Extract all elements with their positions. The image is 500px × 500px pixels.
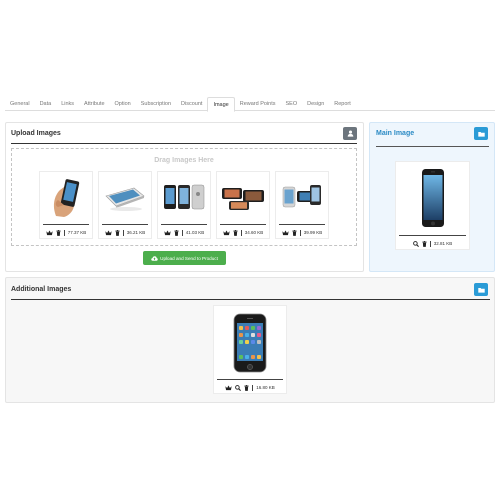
thumbnail-card: 34.60 KB xyxy=(216,171,270,239)
main-image-folder-button[interactable] xyxy=(474,127,488,140)
thumbnail-card: 77.37 KB xyxy=(39,171,93,239)
additional-image-actions: 16.80 KB xyxy=(214,383,286,392)
main-image-actions: 32.81 KB xyxy=(396,239,469,248)
user-image-button[interactable] xyxy=(343,127,357,140)
thumbnail-card: 36.21 KB xyxy=(98,171,152,239)
user-icon xyxy=(347,130,354,137)
folder-icon xyxy=(477,131,485,137)
folder-icon xyxy=(477,287,485,293)
thumbnail-divider xyxy=(279,224,325,225)
crown-icon[interactable] xyxy=(105,230,112,236)
tab-attribute[interactable]: Attribute xyxy=(79,97,109,111)
additional-image-divider-small xyxy=(217,379,283,380)
upload-button-label: Upload and Send to Product xyxy=(160,255,218,261)
crown-icon[interactable] xyxy=(223,230,230,236)
additional-images-folder-button[interactable] xyxy=(474,283,488,296)
upload-images-title: Upload Images xyxy=(11,130,61,137)
zoom-icon[interactable] xyxy=(235,384,242,391)
trash-icon[interactable] xyxy=(244,384,249,391)
file-size: 16.80 KB xyxy=(256,385,275,390)
tab-discount[interactable]: Discount xyxy=(176,97,207,111)
zoom-icon[interactable] xyxy=(412,240,419,247)
thumbnail-image xyxy=(279,175,325,219)
trash-icon[interactable] xyxy=(292,229,297,236)
main-image-card: 32.81 KB xyxy=(395,161,470,250)
thumbnail-actions: 34.60 KB xyxy=(217,228,269,237)
tab-general[interactable]: General xyxy=(5,97,35,111)
trash-icon[interactable] xyxy=(115,229,120,236)
file-size: 34.60 KB xyxy=(244,230,264,235)
thumbnail-actions: 77.37 KB xyxy=(40,228,92,237)
tab-option[interactable]: Option xyxy=(110,97,136,111)
thumbnail-image xyxy=(43,175,89,219)
thumbnail-actions: 41.03 KB xyxy=(158,228,210,237)
trash-icon[interactable] xyxy=(233,229,238,236)
crown-icon[interactable] xyxy=(164,230,171,236)
thumbnail-divider xyxy=(161,224,207,225)
crown-icon[interactable] xyxy=(282,230,289,236)
file-size: 41.03 KB xyxy=(185,230,205,235)
tab-design[interactable]: Design xyxy=(302,97,329,111)
action-separator xyxy=(122,229,124,236)
trash-icon[interactable] xyxy=(56,229,61,236)
drop-zone-label: Drag Images Here xyxy=(154,157,214,164)
action-separator xyxy=(181,229,183,236)
main-image-picture xyxy=(396,166,469,230)
thumbnail-divider xyxy=(43,224,89,225)
action-separator xyxy=(63,229,65,236)
tab-links[interactable]: Links xyxy=(56,97,79,111)
tab-reward-points[interactable]: Reward Points xyxy=(235,97,281,111)
upload-panel-divider xyxy=(11,143,357,144)
thumbnail-image xyxy=(161,175,207,219)
file-size: 39.99 KB xyxy=(303,230,323,235)
tab-subscription[interactable]: Subscription xyxy=(136,97,176,111)
tab-data[interactable]: Data xyxy=(35,97,57,111)
additional-images-title: Additional Images xyxy=(11,286,72,293)
thumbnail-image xyxy=(220,175,266,219)
main-image-divider-small xyxy=(399,235,466,236)
action-separator xyxy=(240,229,242,236)
thumbnail-actions: 36.21 KB xyxy=(99,228,151,237)
file-size: 77.37 KB xyxy=(67,230,87,235)
trash-icon[interactable] xyxy=(422,240,427,247)
crown-icon[interactable] xyxy=(46,230,53,236)
thumbnail-card: 39.99 KB xyxy=(275,171,329,239)
thumbnail-image xyxy=(102,175,148,219)
thumbnail-actions: 39.99 KB xyxy=(276,228,328,237)
action-separator xyxy=(429,240,431,247)
action-separator xyxy=(252,384,254,391)
additional-images-divider xyxy=(11,299,490,300)
tab-report[interactable]: Report xyxy=(329,97,356,111)
upload-and-send-button[interactable]: Upload and Send to Product xyxy=(143,251,226,265)
thumbnail-divider xyxy=(102,224,148,225)
crown-icon[interactable] xyxy=(225,385,232,391)
thumbnail-card: 41.03 KB xyxy=(157,171,211,239)
file-size: 36.21 KB xyxy=(126,230,146,235)
additional-image-picture xyxy=(214,312,286,374)
action-separator xyxy=(299,229,301,236)
main-image-title: Main Image xyxy=(376,130,415,137)
trash-icon[interactable] xyxy=(174,229,179,236)
tab-bar: General Data Links Attribute Option Subs… xyxy=(5,97,495,112)
tab-seo[interactable]: SEO xyxy=(281,97,303,111)
thumbnail-divider xyxy=(220,224,266,225)
file-size: 32.81 KB xyxy=(433,241,453,246)
tab-image[interactable]: Image xyxy=(207,97,235,112)
main-image-divider xyxy=(376,146,489,147)
additional-image-card: 16.80 KB xyxy=(213,305,287,394)
cloud-upload-icon xyxy=(151,255,158,261)
